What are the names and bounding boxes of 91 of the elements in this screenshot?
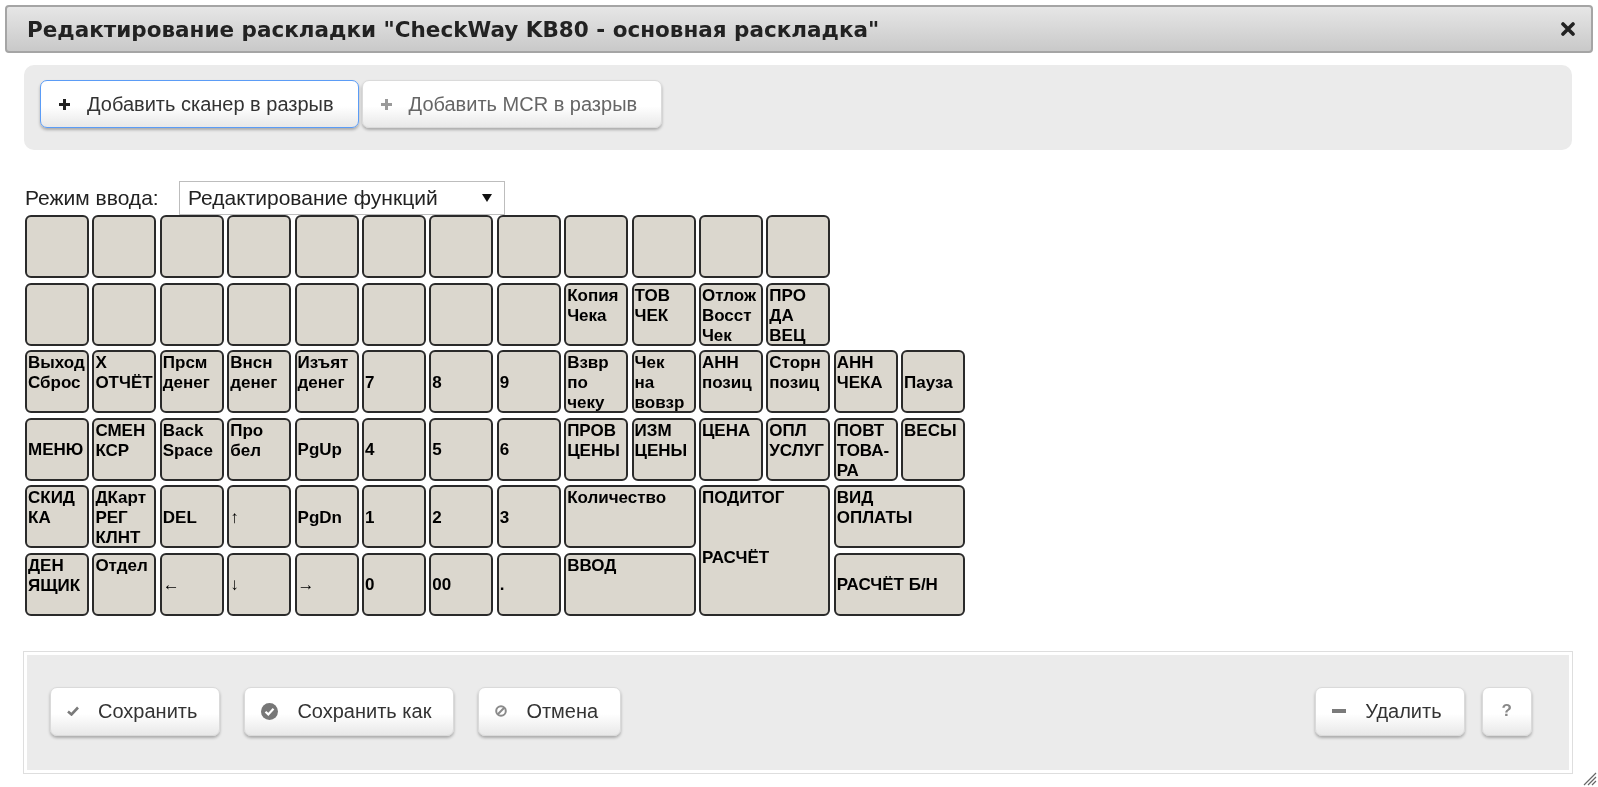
keyboard-key[interactable]: . [496,552,561,616]
keyboard-key[interactable]: ДЕН ЯЩИК [25,552,89,616]
delete-button[interactable]: Удалить [1315,686,1465,736]
keyboard-key[interactable]: Отдел [92,552,157,616]
keyboard-key[interactable]: Копия Чека [564,282,629,346]
input-mode-dropdown[interactable]: Редактирование функций [179,181,505,215]
keyboard-key[interactable] [25,215,89,278]
keyboard-key[interactable] [159,282,224,346]
keyboard-key[interactable]: Выход Сброс [25,350,89,413]
keyboard-key[interactable]: ЦЕНА [698,417,763,481]
keyboard-key[interactable]: Прсм денег [159,350,224,413]
plus-icon [380,98,392,110]
keyboard-key[interactable]: ← [159,552,224,616]
check-icon [67,706,79,716]
keyboard-key[interactable]: ПОДИТОГ РАСЧЁТ [698,485,831,616]
keyboard-key[interactable] [496,215,561,278]
keyboard-key[interactable]: ТОВ ЧЕК [631,282,696,346]
keyboard-key[interactable]: 1 [361,485,426,548]
keyboard-key[interactable]: ПОВТ ТОВА- РА [833,417,898,481]
keyboard-key[interactable]: 7 [361,350,426,413]
keyboard-key[interactable] [25,282,89,346]
keyboard-key[interactable] [564,215,629,278]
close-icon[interactable] [1561,22,1575,36]
cancel-button[interactable]: Отмена [478,686,622,736]
keyboard-key[interactable]: 00 [429,552,494,616]
keyboard-key[interactable] [698,215,763,278]
keyboard-key[interactable]: Back Space [159,417,224,481]
keyboard-key[interactable]: ВВОД [564,552,696,616]
keyboard-key[interactable]: Чек на вовзр [631,350,696,413]
keyboard-key[interactable]: АНН ЧЕКА [833,350,898,413]
keyboard-key[interactable]: МЕНЮ [25,417,89,481]
keyboard-key[interactable]: 3 [496,485,561,548]
keyboard-key[interactable] [361,282,426,346]
keyboard-key[interactable] [361,215,426,278]
keyboard-key[interactable] [496,282,561,346]
keyboard-key[interactable]: Изъят денег [294,350,359,413]
keyboard-key[interactable]: Пауза [901,350,966,413]
keyboard-key[interactable] [227,282,292,346]
keyboard-key[interactable]: 8 [429,350,494,413]
keyboard-key[interactable]: СКИД КА [25,485,89,548]
add-scanner-button[interactable]: Добавить сканер в разрыв [40,80,359,128]
keyboard-key[interactable] [429,282,494,346]
keyboard-key[interactable] [766,215,831,278]
keyboard-key[interactable]: Отлож Восст Чек [698,282,763,346]
keyboard-key[interactable]: 9 [496,350,561,413]
resize-grip-icon[interactable] [1581,770,1597,786]
keyboard-key[interactable]: Взвр по чеку [564,350,629,413]
keyboard-key[interactable]: PgUp [294,417,359,481]
keyboard-key[interactable]: 2 [429,485,494,548]
save-button[interactable]: Сохранить [50,686,221,736]
keyboard-key[interactable] [159,215,224,278]
keyboard-key[interactable]: ОПЛ УСЛУГ [766,417,831,481]
input-mode-label: Режим ввода: [25,186,160,210]
minus-icon [1332,709,1347,713]
keyboard-key[interactable] [92,215,157,278]
caret-icon [482,194,492,202]
keyboard-key[interactable]: ВЕСЫ [901,417,966,481]
keyboard-key[interactable]: Внсн денег [227,350,292,413]
keyboard-key[interactable]: 0 [361,552,426,616]
dialog-title: Редактирование раскладки "CheckWay KB80 - основная раскладка" [27,16,880,42]
keyboard-key[interactable]: Про бел [227,417,292,481]
save-as-button[interactable]: Сохранить как [244,686,455,736]
keyboard-key[interactable]: СМЕН КСР [92,417,157,481]
plus-icon [59,98,70,110]
keyboard-key[interactable] [294,215,359,278]
keyboard-key[interactable]: ДКарт РЕГ КЛНТ [92,485,157,548]
keyboard-key[interactable]: ВИД ОПЛАТЫ [833,485,966,548]
keyboard-key[interactable]: DEL [159,485,224,548]
keyboard-key[interactable]: 5 [429,417,494,481]
help-button[interactable]: ? [1481,686,1532,736]
keyboard-key[interactable]: Количество [564,485,696,548]
keyboard-key[interactable]: ПРО ДА ВЕЦ [766,282,831,346]
keyboard-key[interactable]: АНН позиц [698,350,763,413]
keyboard-key[interactable] [294,282,359,346]
keyboard-key[interactable]: РАСЧЁТ Б/Н [833,552,966,616]
keyboard-key[interactable] [227,215,292,278]
keyboard-key[interactable] [631,215,696,278]
keyboard-key[interactable]: Сторн позиц [766,350,831,413]
keyboard-key[interactable]: Х ОТЧЁТ [92,350,157,413]
check-circle-icon [261,702,279,720]
keyboard-key[interactable]: 4 [361,417,426,481]
keyboard-key[interactable]: 6 [496,417,561,481]
keyboard-key[interactable]: ПРОВ ЦЕНЫ [564,417,629,481]
keyboard-key[interactable]: → [294,552,359,616]
keyboard-key[interactable]: ↓ [227,552,292,616]
keyboard-key[interactable]: PgDn [294,485,359,548]
keyboard-key[interactable]: ИЗМ ЦЕНЫ [631,417,696,481]
keyboard-key[interactable] [429,215,494,278]
keyboard-key[interactable]: ↑ [227,485,292,548]
ban-icon [495,705,508,717]
keyboard-key[interactable] [92,282,157,346]
